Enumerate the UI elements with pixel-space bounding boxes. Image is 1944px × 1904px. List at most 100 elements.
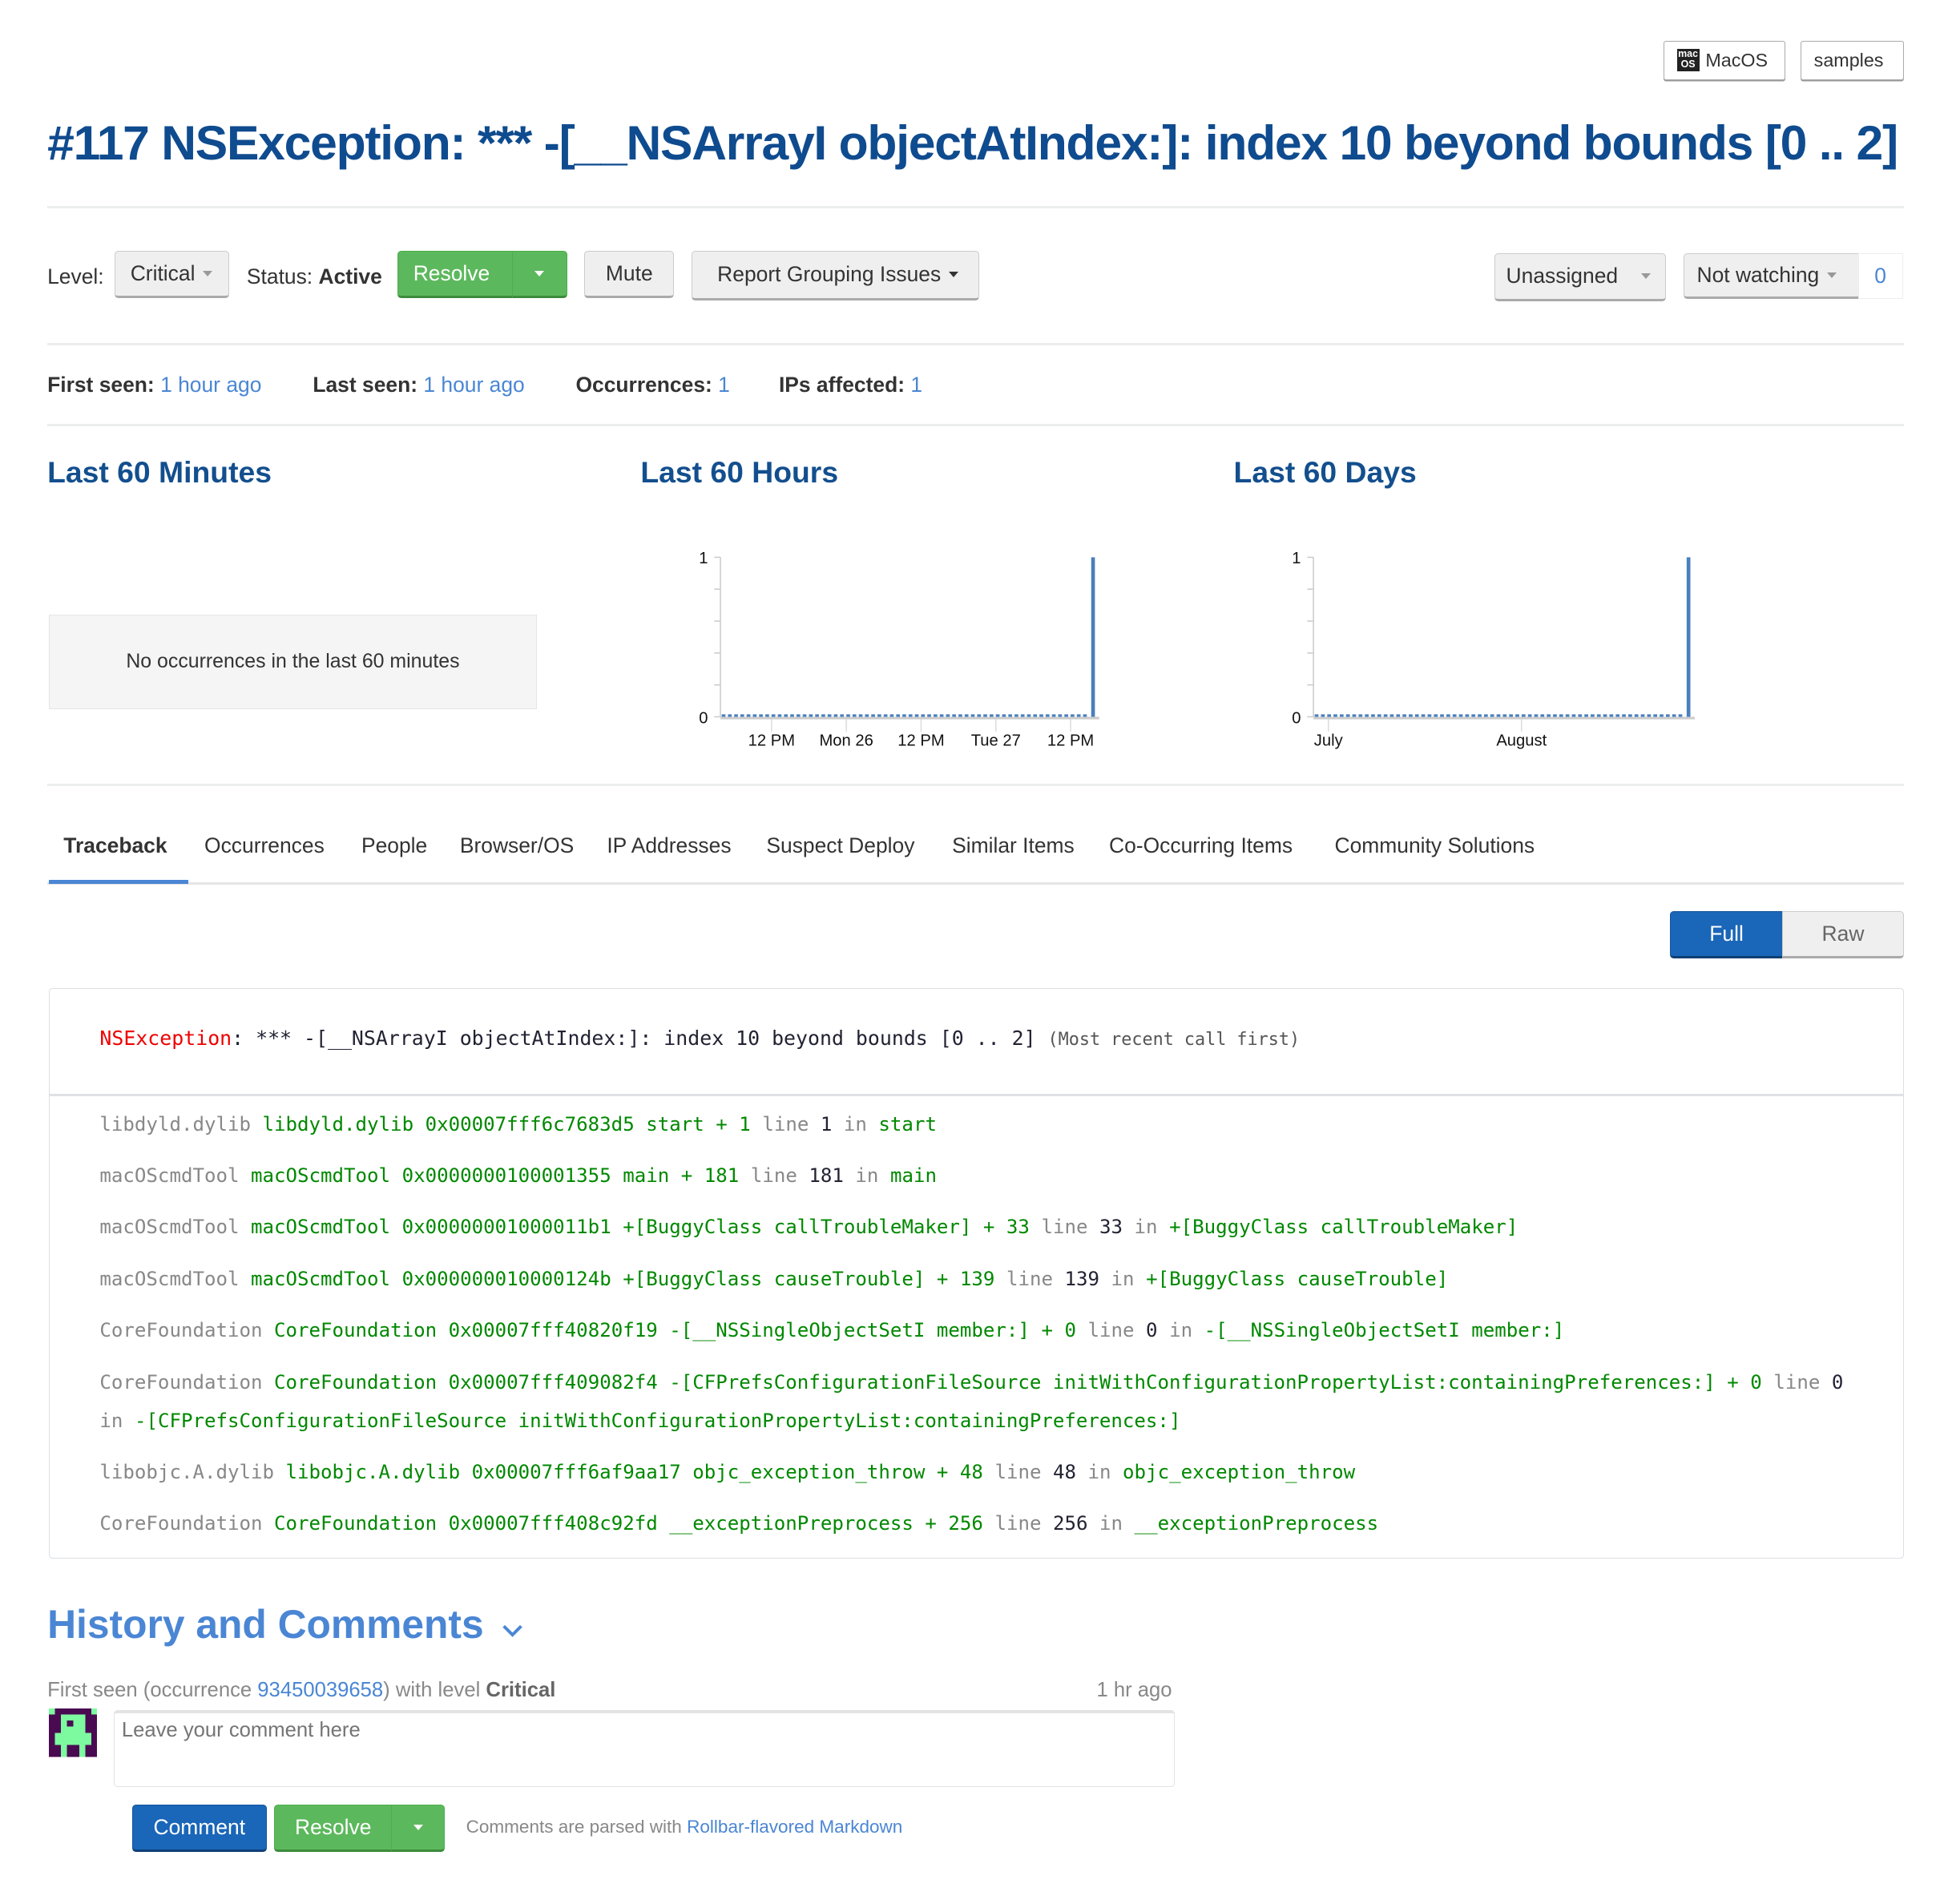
bar	[1002, 714, 1006, 717]
frame-method: objc_exception_throw	[1123, 1461, 1356, 1484]
watch-dropdown[interactable]: Not watching	[1683, 252, 1860, 300]
markdown-note: Comments are parsed with Rollbar-flavore…	[466, 1817, 903, 1837]
history-heading[interactable]: History and Comments	[47, 1601, 525, 1648]
bar	[1314, 714, 1319, 717]
bar	[1458, 714, 1463, 717]
bar	[1665, 714, 1670, 717]
x-tick-label: 12 PM	[748, 732, 794, 749]
frame-func: main	[623, 1164, 670, 1188]
bar	[1634, 714, 1639, 717]
occurrence-link[interactable]: 93450039658	[257, 1679, 383, 1701]
traceback-note: (Most recent call first)	[1047, 1030, 1301, 1051]
frame-func: -[__NSSingleObjectSetI member:]	[669, 1318, 1030, 1341]
bar	[1427, 714, 1432, 717]
bar	[1409, 714, 1413, 717]
platform-badge[interactable]: mac OS MacOS	[1664, 41, 1786, 80]
tab-ip-addresses[interactable]: IP Addresses	[607, 833, 731, 858]
chevron-down-icon	[1640, 273, 1651, 279]
frame-method: main	[889, 1164, 937, 1188]
frame-addr: 0x00007fff40820f19	[448, 1318, 658, 1341]
frame-file: libdyld.dylib	[262, 1113, 414, 1136]
tab-similar-items[interactable]: Similar Items	[952, 833, 1075, 858]
frame-method: __exceptionPreprocess	[1134, 1512, 1379, 1535]
environment-badge[interactable]: samples	[1801, 41, 1905, 80]
frame-line: 48	[1052, 1461, 1076, 1484]
frame-offset: + 48	[936, 1461, 983, 1484]
comment-input[interactable]	[113, 1709, 1176, 1787]
bar	[1660, 714, 1664, 717]
history-event-time: 1 hr ago	[1096, 1678, 1172, 1701]
stack-frame: libdyld.dylib libdyld.dylib 0x00007fff6c…	[99, 1105, 1869, 1144]
resolve-options-button[interactable]	[512, 250, 567, 298]
bar	[733, 714, 738, 717]
bar	[914, 714, 919, 717]
first-seen: First seen: 1 hour ago	[47, 372, 262, 397]
tab-browser-os[interactable]: Browser/OS	[460, 833, 574, 858]
bar	[1365, 714, 1369, 717]
stack-frame: CoreFoundation CoreFoundation 0x00007fff…	[99, 1504, 1869, 1543]
report-grouping-button[interactable]: Report Grouping Issues	[692, 250, 980, 301]
tab-people[interactable]: People	[361, 833, 427, 858]
comment-button[interactable]: Comment	[131, 1804, 267, 1852]
tab-co-occurring-items[interactable]: Co-Occurring Items	[1109, 833, 1293, 858]
page-title: #117 NSException: *** -[__NSArrayI objec…	[47, 115, 1898, 171]
frame-addr: 0x00007fff408c92fd	[448, 1512, 658, 1535]
watcher-count[interactable]: 0	[1857, 252, 1903, 300]
in-keyword: in	[1099, 1512, 1123, 1535]
frame-lib: libdyld.dylib	[99, 1113, 251, 1136]
assignee-dropdown[interactable]: Unassigned	[1494, 252, 1667, 302]
bar	[1020, 714, 1025, 717]
line-keyword: line	[1006, 1268, 1053, 1291]
stack-frame: macOScmdTool macOScmdTool 0x000000010000…	[99, 1208, 1869, 1246]
bar	[752, 714, 756, 717]
x-tick-label: August	[1496, 732, 1547, 749]
line-keyword: line	[750, 1164, 797, 1188]
markdown-link[interactable]: Rollbar-flavored Markdown	[687, 1817, 902, 1837]
bar	[1083, 714, 1087, 717]
caret-down-icon	[413, 1824, 423, 1830]
macos-logo-icon: mac OS	[1676, 49, 1700, 72]
resolve-button[interactable]: Resolve	[397, 250, 514, 298]
tab-community-solutions[interactable]: Community Solutions	[1335, 833, 1535, 858]
level-dropdown[interactable]: Critical	[115, 250, 230, 298]
comment-resolve-button[interactable]: Resolve	[274, 1804, 393, 1852]
bar	[865, 714, 869, 717]
bar	[740, 714, 744, 717]
divider	[47, 423, 1905, 426]
full-view-button[interactable]: Full	[1669, 910, 1784, 958]
occurrences-link[interactable]: 1	[718, 373, 730, 397]
bar	[1478, 714, 1482, 717]
exception-message: : *** -[__NSArrayI objectAtIndex:]: inde…	[232, 1027, 1036, 1051]
in-keyword: in	[99, 1410, 123, 1433]
in-keyword: in	[1087, 1461, 1111, 1484]
comment-resolve-options-button[interactable]	[391, 1804, 446, 1852]
stack-frame: CoreFoundation CoreFoundation 0x00007fff…	[99, 1363, 1869, 1440]
frame-addr: 0x00000001000011b1	[401, 1215, 611, 1238]
level-label: Level:	[47, 264, 104, 288]
first-seen-link[interactable]: 1 hour ago	[160, 373, 261, 397]
frame-file: CoreFoundation	[274, 1371, 438, 1394]
bar	[759, 714, 763, 717]
divider	[47, 342, 1905, 345]
mute-button[interactable]: Mute	[584, 250, 675, 298]
last-seen-link[interactable]: 1 hour ago	[423, 373, 524, 397]
tab-occurrences[interactable]: Occurrences	[204, 833, 325, 858]
frame-offset: + 1	[716, 1113, 751, 1136]
frame-func: +[BuggyClass callTroubleMaker]	[623, 1215, 972, 1238]
ips-link[interactable]: 1	[910, 373, 922, 397]
bar	[946, 714, 950, 717]
bar	[1502, 714, 1507, 717]
occurrences-count: Occurrences: 1	[575, 372, 730, 397]
bar	[1070, 714, 1075, 717]
frame-line: 33	[1099, 1215, 1123, 1238]
history-event: First seen (occurrence 93450039658) with…	[47, 1678, 556, 1701]
tab-suspect-deploy[interactable]: Suspect Deploy	[766, 833, 914, 858]
bar	[982, 714, 987, 717]
raw-view-button[interactable]: Raw	[1781, 910, 1905, 958]
bar	[1339, 714, 1344, 717]
frame-addr: 0x00007fff409082f4	[448, 1371, 658, 1394]
divider	[49, 1093, 1904, 1096]
tab-traceback[interactable]: Traceback	[63, 833, 167, 858]
bar	[977, 714, 981, 717]
frame-method: +[BuggyClass callTroubleMaker]	[1169, 1215, 1518, 1238]
